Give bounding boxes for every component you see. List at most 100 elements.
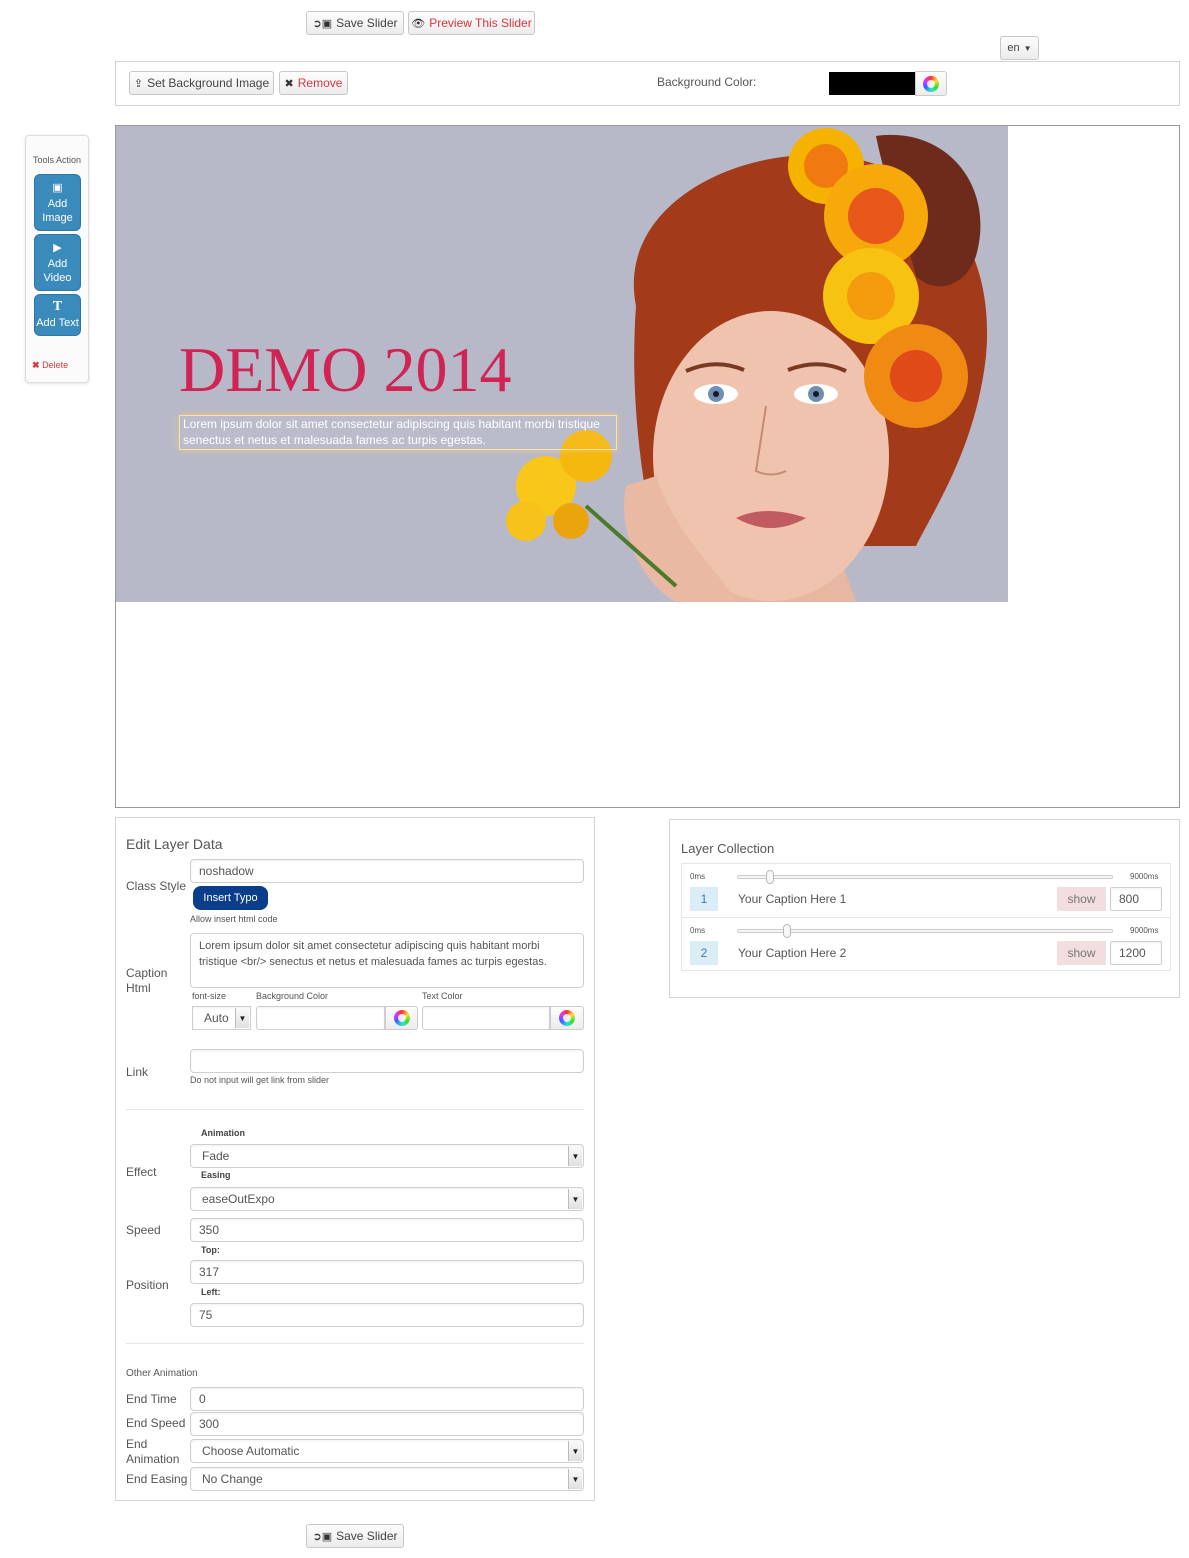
bg-color-label: Background Color: [256, 991, 329, 1001]
save-slider-label: Save Slider: [336, 16, 398, 30]
layer-show-button[interactable]: show: [1057, 941, 1106, 965]
add-video-line1: Add: [47, 258, 68, 270]
eye-icon: 👁: [411, 17, 426, 30]
end-speed-label: End Speed: [126, 1416, 186, 1430]
save-slider-bottom-label: Save Slider: [336, 1529, 398, 1543]
easing-select[interactable]: easeOutExpo ▼: [190, 1187, 584, 1211]
left-label: Left:: [201, 1287, 221, 1297]
layer-number: 1: [690, 887, 718, 911]
layer-bg-color-input[interactable]: [256, 1006, 385, 1030]
language-label: en: [1007, 42, 1020, 54]
caret-down-icon: ▼: [1023, 43, 1032, 53]
font-size-select[interactable]: Auto ▼: [192, 1006, 251, 1030]
color-wheel-icon: [923, 75, 939, 92]
speed-input[interactable]: 350: [190, 1218, 584, 1242]
color-wheel-icon: [559, 1010, 575, 1026]
color-wheel-icon: [393, 1010, 410, 1026]
end-animation-label-2: Animation: [126, 1452, 180, 1466]
left-input[interactable]: 75: [190, 1303, 584, 1327]
video-icon: ▶: [53, 242, 62, 254]
end-animation-value: Choose Automatic: [202, 1444, 300, 1458]
end-easing-select[interactable]: No Change ▼: [190, 1467, 584, 1491]
easing-label: Easing: [201, 1170, 231, 1180]
slide-headline[interactable]: DEMO 2014: [179, 338, 511, 402]
caption-html-textarea[interactable]: Lorem ipsum dolor sit amet consectetur a…: [190, 933, 584, 988]
save-slider-bottom-button[interactable]: ➲▣ Save Slider: [306, 1524, 404, 1548]
text-icon: T: [52, 299, 63, 314]
layer-time-slider[interactable]: [737, 929, 1113, 933]
end-animation-select[interactable]: Choose Automatic ▼: [190, 1439, 584, 1463]
layer-row[interactable]: 0ms 9000ms 1 Your Caption Here 1 show 80…: [682, 864, 1170, 918]
tools-action-title: Tools Action: [32, 155, 82, 165]
end-time-input[interactable]: 0: [190, 1387, 584, 1411]
background-color-picker-button[interactable]: [915, 71, 947, 96]
layer-collection-panel: Layer Collection 0ms 9000ms 1 Your Capti…: [669, 819, 1180, 998]
divider: [126, 1343, 584, 1344]
layer-text-color-input[interactable]: [422, 1006, 550, 1030]
effect-label: Effect: [126, 1165, 157, 1179]
caret-down-icon: ▼: [568, 1146, 582, 1166]
save-slider-button[interactable]: ➲▣ Save Slider: [306, 11, 404, 35]
layer-time-slider-handle[interactable]: [783, 924, 792, 938]
layer-min-time: 0ms: [690, 872, 706, 881]
end-time-label: End Time: [126, 1392, 177, 1406]
caption-html-label-2: Html: [126, 981, 151, 995]
slide-canvas: DEMO 2014 Lorem ipsum dolor sit amet con…: [115, 125, 1180, 808]
end-speed-input[interactable]: 300: [190, 1412, 584, 1436]
set-background-image-button[interactable]: ⇪ Set Background Image: [129, 71, 274, 95]
set-background-image-label: Set Background Image: [147, 76, 270, 90]
link-input[interactable]: [190, 1049, 584, 1073]
save-icon: ➲▣: [312, 17, 333, 30]
layer-time-input[interactable]: 800: [1110, 887, 1162, 911]
save-icon: ➲▣: [312, 1530, 333, 1543]
link-note: Do not input will get link from slider: [190, 1075, 330, 1085]
layer-row[interactable]: 0ms 9000ms 2 Your Caption Here 2 show 12…: [682, 918, 1170, 972]
layer-show-button[interactable]: show: [1057, 887, 1106, 911]
add-text-button[interactable]: T Add Text: [34, 294, 81, 336]
caption-html-label-1: Caption: [126, 966, 168, 980]
remove-background-button[interactable]: ✖ Remove: [279, 71, 348, 95]
add-image-button[interactable]: ▣ Add Image: [34, 174, 81, 231]
effect-value: Fade: [202, 1149, 230, 1163]
layer-time-slider[interactable]: [737, 875, 1113, 879]
top-input[interactable]: 317: [190, 1260, 584, 1284]
layer-text-color-picker[interactable]: [550, 1006, 584, 1030]
speed-label: Speed: [126, 1223, 161, 1237]
slide-caption-line2: senectus et netus et malesuada fames ac …: [183, 433, 486, 447]
end-animation-label-1: End: [126, 1437, 148, 1451]
preview-slider-button[interactable]: 👁 Preview This Slider: [408, 11, 535, 35]
top-label: Top:: [201, 1245, 220, 1255]
slide-caption-layer[interactable]: Lorem ipsum dolor sit amet consectetur a…: [179, 415, 617, 450]
tools-action-panel: Tools Action ▣ Add Image ▶ Add Video T A…: [25, 135, 89, 383]
add-image-line2: Image: [42, 212, 73, 224]
delete-layer-button[interactable]: ✖ Delete: [32, 360, 68, 371]
effect-select[interactable]: Fade ▼: [190, 1144, 584, 1168]
image-icon: ▣: [52, 182, 63, 194]
layer-max-time: 9000ms: [1130, 926, 1159, 935]
link-label: Link: [126, 1065, 149, 1079]
close-icon: ✖: [284, 77, 294, 90]
language-dropdown[interactable]: en ▼: [1000, 36, 1039, 60]
add-video-button[interactable]: ▶ Add Video: [34, 234, 81, 291]
position-label: Position: [126, 1278, 169, 1292]
allow-html-note: Allow insert html code: [190, 914, 278, 924]
insert-typo-button[interactable]: Insert Typo: [193, 886, 268, 910]
font-size-label: font-size: [192, 991, 227, 1001]
layer-bg-color-picker[interactable]: [385, 1006, 418, 1030]
layer-time-slider-handle[interactable]: [766, 870, 775, 884]
divider: [126, 1109, 584, 1110]
layer-time-input[interactable]: 1200: [1110, 941, 1162, 965]
layer-caption: Your Caption Here 2: [738, 946, 847, 960]
edit-layer-panel: Edit Layer Data Class Style noshadow Ins…: [115, 817, 595, 1501]
layer-min-time: 0ms: [690, 926, 706, 935]
animation-label: Animation: [201, 1128, 245, 1138]
text-color-label: Text Color: [422, 991, 463, 1001]
caret-down-icon: ▼: [568, 1441, 582, 1461]
layer-max-time: 9000ms: [1130, 872, 1159, 881]
delete-icon: ✖: [32, 360, 40, 370]
remove-label: Remove: [297, 76, 343, 90]
upload-icon: ⇪: [133, 77, 144, 90]
class-style-input[interactable]: noshadow: [190, 859, 584, 883]
add-video-line2: Video: [43, 272, 72, 284]
background-color-swatch[interactable]: [829, 72, 915, 95]
